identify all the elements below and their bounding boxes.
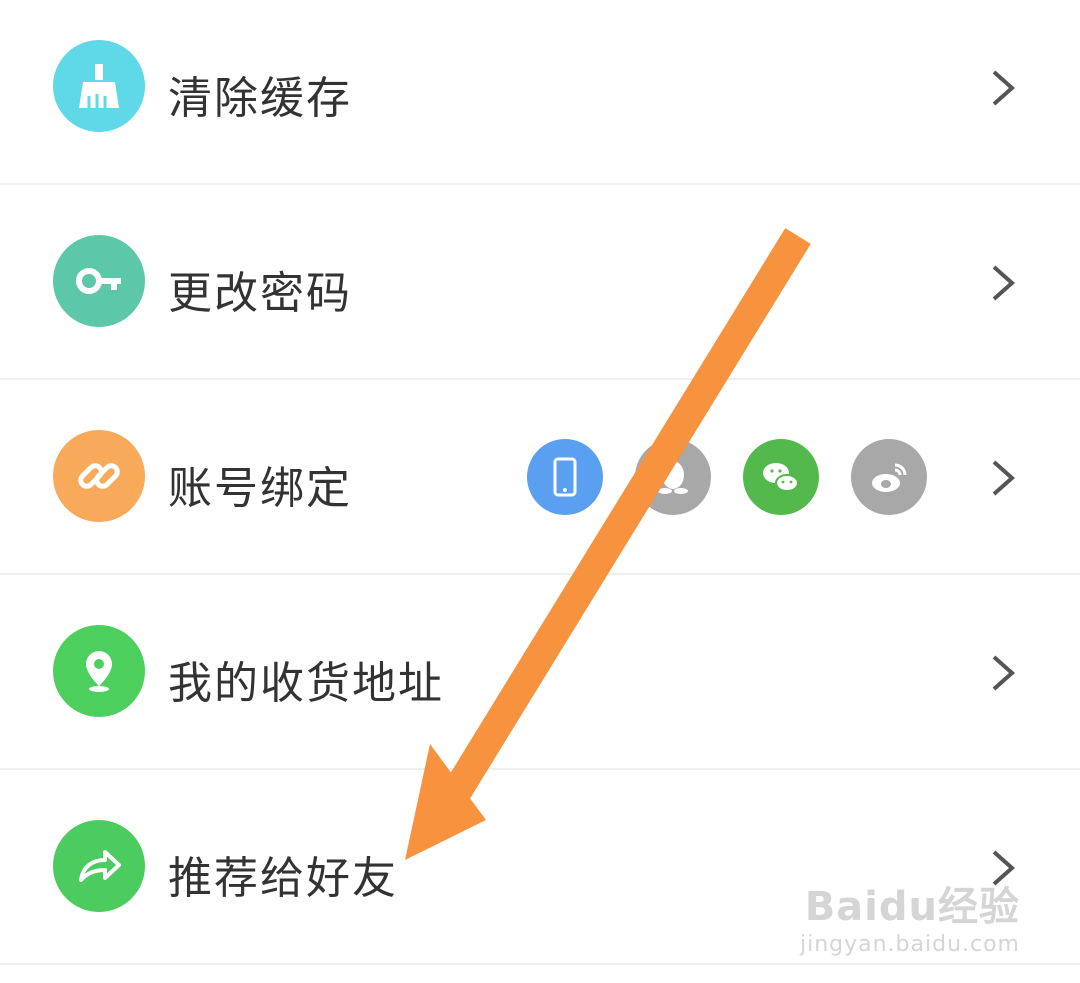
wechat-icon[interactable] (743, 438, 819, 515)
account-binding-label: 账号绑定 (168, 463, 352, 514)
weibo-icon[interactable] (851, 438, 927, 515)
link-icon (53, 430, 145, 522)
share-icon (53, 820, 145, 912)
chevron-right-icon[interactable] (986, 653, 1020, 693)
recommend-friends-label: 推荐给好友 (168, 853, 398, 904)
clear-cache-label: 清除缓存 (168, 73, 352, 124)
watermark-sub: jingyan.baidu.com (799, 932, 1020, 957)
phone-icon[interactable] (527, 438, 603, 515)
watermark: Baidu经验 jingyan.baidu.com (800, 874, 1020, 957)
chevron-right-icon[interactable] (986, 263, 1020, 303)
shipping-address-label: 我的收货地址 (168, 658, 444, 709)
watermark-main: Baidu经验 (804, 884, 1020, 930)
settings-list: 清除缓存 更改密码 账号绑定 我的收货地址 推荐给好友 (0, 0, 1080, 965)
broom-icon (53, 40, 145, 132)
settings-row-change-password[interactable]: 更改密码 (0, 185, 1080, 380)
chevron-right-icon[interactable] (986, 68, 1020, 108)
binding-icons (527, 438, 927, 515)
key-icon (53, 235, 145, 327)
qq-icon[interactable] (635, 438, 711, 515)
settings-row-account-binding[interactable]: 账号绑定 (0, 380, 1080, 575)
settings-row-clear-cache[interactable]: 清除缓存 (0, 0, 1080, 185)
location-pin-icon (53, 625, 145, 717)
change-password-label: 更改密码 (168, 268, 352, 319)
settings-row-shipping-address[interactable]: 我的收货地址 (0, 575, 1080, 770)
chevron-right-icon[interactable] (986, 458, 1020, 498)
